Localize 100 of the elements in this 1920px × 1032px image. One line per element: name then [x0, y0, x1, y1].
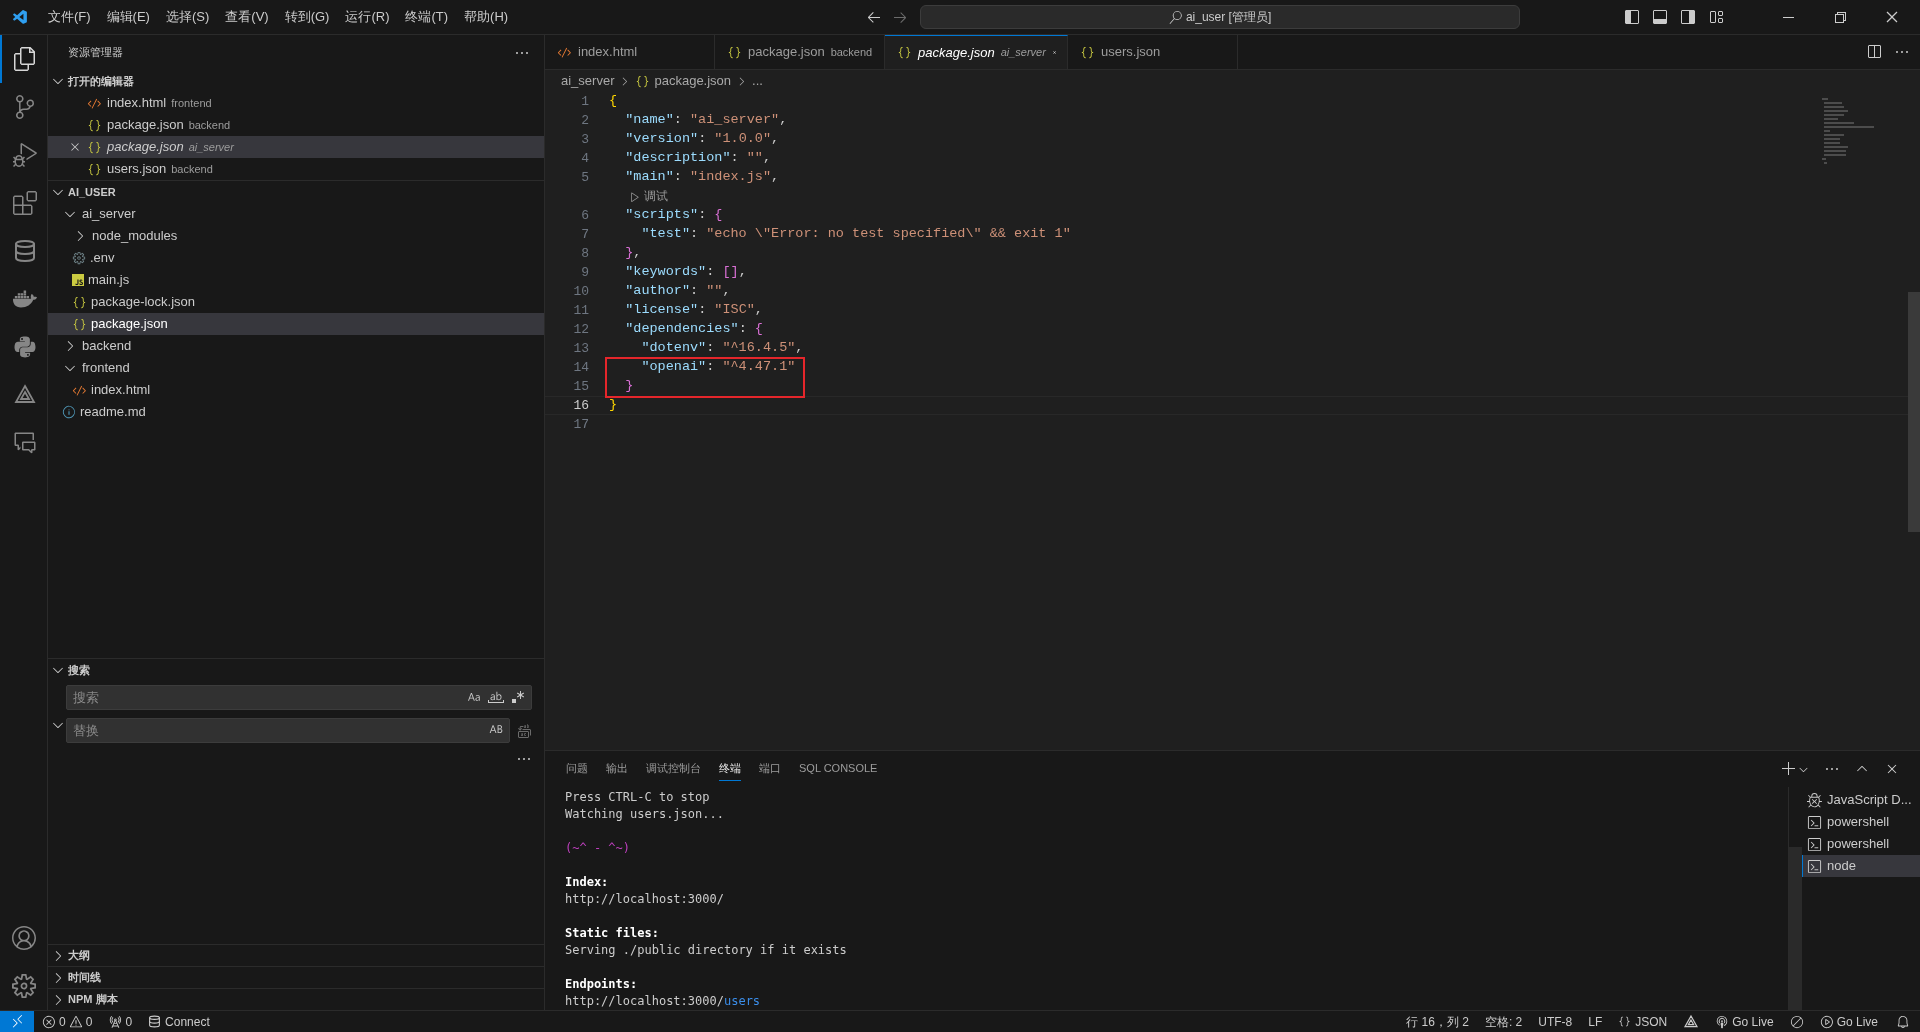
files-icon[interactable]: [12, 47, 37, 71]
tree-item[interactable]: package-lock.json: [48, 291, 544, 313]
remote-button[interactable]: [0, 1011, 34, 1032]
status-item[interactable]: 空格: 2: [1476, 1012, 1531, 1031]
whole-word-icon[interactable]: [488, 689, 504, 705]
extensions-icon[interactable]: [12, 191, 37, 215]
panel-tab[interactable]: 输出: [606, 757, 628, 781]
close-icon[interactable]: [1884, 9, 1900, 25]
replace-field[interactable]: 替换: [66, 718, 510, 743]
run-debug-icon[interactable]: [12, 143, 37, 167]
section-header[interactable]: 时间线: [48, 966, 544, 988]
terminal-line: Index:: [565, 874, 610, 891]
secondary-sidebar-icon[interactable]: [1680, 9, 1696, 25]
command-center[interactable]: ai_user [管理员]: [920, 5, 1521, 29]
menu-item[interactable]: 编辑(E): [98, 7, 158, 27]
terminal-tab[interactable]: JavaScript D...: [1802, 789, 1920, 811]
terminal-tab[interactable]: node: [1802, 855, 1920, 877]
panel-tab[interactable]: 终端: [719, 757, 741, 781]
braces-icon: [1080, 44, 1095, 60]
terminal-line: http://localhost:3000/users: [565, 993, 762, 1010]
open-editor-item[interactable]: index.html frontend: [48, 92, 544, 114]
account-icon[interactable]: [11, 926, 36, 950]
terminal-link[interactable]: users: [723, 994, 761, 1008]
app-logo-icon: [11, 8, 29, 26]
panel-tab[interactable]: SQL CONSOLE: [799, 757, 878, 781]
panel-tab[interactable]: 调试控制台: [646, 757, 701, 781]
settings-icon[interactable]: [11, 974, 36, 998]
terminal-line: Press CTRL-C to stop: [565, 789, 711, 806]
bell-icon[interactable]: [1896, 1014, 1910, 1029]
editor-tab[interactable]: users.json: [1068, 35, 1238, 69]
menu-item[interactable]: 帮助(H): [456, 7, 517, 27]
breadcrumb-item[interactable]: ...: [752, 71, 763, 91]
section-header[interactable]: 搜索: [48, 659, 544, 681]
code-line: }: [609, 396, 618, 415]
open-editor-item[interactable]: package.json backend: [48, 114, 544, 136]
tree-item[interactable]: readme.md: [48, 401, 544, 423]
terminal-tab[interactable]: powershell: [1802, 811, 1920, 833]
tree-item[interactable]: frontend: [48, 357, 544, 379]
section-header[interactable]: 大纲: [48, 944, 544, 966]
sidebar-toggle-icon[interactable]: [1624, 9, 1640, 25]
search-field[interactable]: 搜索: [66, 685, 532, 710]
code-line: "scripts": {: [624, 206, 723, 225]
tree-item[interactable]: main.js: [48, 269, 544, 291]
editor-tab[interactable]: package.json ai_server: [885, 35, 1068, 69]
chat-icon[interactable]: [12, 431, 37, 455]
terminal-tab[interactable]: powershell: [1802, 833, 1920, 855]
line-number: 1: [580, 92, 589, 111]
menu-item[interactable]: 转到(G): [276, 7, 338, 27]
status-item[interactable]: UTF-8: [1530, 1012, 1581, 1031]
menu-item[interactable]: 查看(V): [217, 7, 277, 27]
menu-item[interactable]: 文件(F): [40, 7, 99, 27]
section-header[interactable]: 打开的编辑器: [48, 70, 544, 92]
status-item[interactable]: 行 16，列 2: [1398, 1012, 1477, 1031]
code-line: },: [624, 244, 642, 263]
connect-status[interactable]: Connect: [140, 1012, 218, 1031]
split-editor-icon[interactable]: [1866, 44, 1882, 60]
scrollbar-thumb[interactable]: [1789, 847, 1802, 1010]
menu-item[interactable]: 终端(T): [397, 7, 457, 27]
menu-item[interactable]: 运行(R): [337, 7, 398, 27]
layout-icon[interactable]: [1708, 9, 1724, 25]
panel-tab[interactable]: 问题: [566, 757, 588, 781]
regex-icon[interactable]: [510, 689, 526, 705]
status-item[interactable]: LF: [1580, 1012, 1611, 1031]
tree-item[interactable]: node_modules: [48, 225, 544, 247]
editor-tab[interactable]: index.html: [545, 35, 715, 69]
tree-item[interactable]: backend: [48, 335, 544, 357]
panel-toggle-icon[interactable]: [1652, 9, 1668, 25]
ports-status[interactable]: 0: [100, 1012, 141, 1031]
language-status[interactable]: JSON: [1610, 1012, 1676, 1031]
braces-icon: [635, 73, 651, 89]
tree-item[interactable]: ai_server: [48, 203, 544, 225]
braces-icon: [72, 316, 87, 332]
circle-slash-icon[interactable]: [1789, 1014, 1804, 1029]
python-icon[interactable]: [12, 335, 37, 359]
codelens-link[interactable]: 调试: [629, 187, 668, 206]
add-icon[interactable]: [1781, 761, 1797, 777]
replace-all-icon[interactable]: [516, 722, 532, 739]
database-icon[interactable]: [12, 239, 37, 263]
breadcrumb-item[interactable]: ai_server: [561, 71, 615, 91]
go-live-status[interactable]: Go Live: [1707, 1012, 1782, 1031]
breadcrumb-item[interactable]: package.json: [654, 71, 732, 91]
menu-item[interactable]: 选择(S): [157, 7, 218, 27]
braces-icon: [1618, 1015, 1632, 1028]
scrollbar-thumb[interactable]: [1908, 292, 1920, 532]
tree-item[interactable]: index.html: [48, 379, 544, 401]
panel-tab[interactable]: 端口: [759, 757, 781, 781]
open-editor-item[interactable]: package.json ai_server: [48, 136, 544, 158]
section-header[interactable]: AI_USER: [48, 181, 544, 203]
open-editor-item[interactable]: users.json backend: [48, 158, 544, 180]
line-number: 11: [572, 301, 589, 320]
code-line: "license": "ISC",: [624, 301, 763, 320]
go-live-status[interactable]: Go Live: [1811, 1012, 1886, 1031]
tree-item[interactable]: .env: [48, 247, 544, 269]
terminal-icon: [1807, 814, 1822, 830]
terminal-line: Watching users.json...: [565, 806, 725, 823]
line-number: 6: [580, 206, 589, 225]
restore-icon[interactable]: [1832, 9, 1848, 25]
problems-status[interactable]: 0 0: [34, 1012, 101, 1031]
code-line: "test": "echo \"Error: no test specified\" && exit 1": [640, 225, 1071, 244]
tree-item[interactable]: package.json: [48, 313, 544, 335]
